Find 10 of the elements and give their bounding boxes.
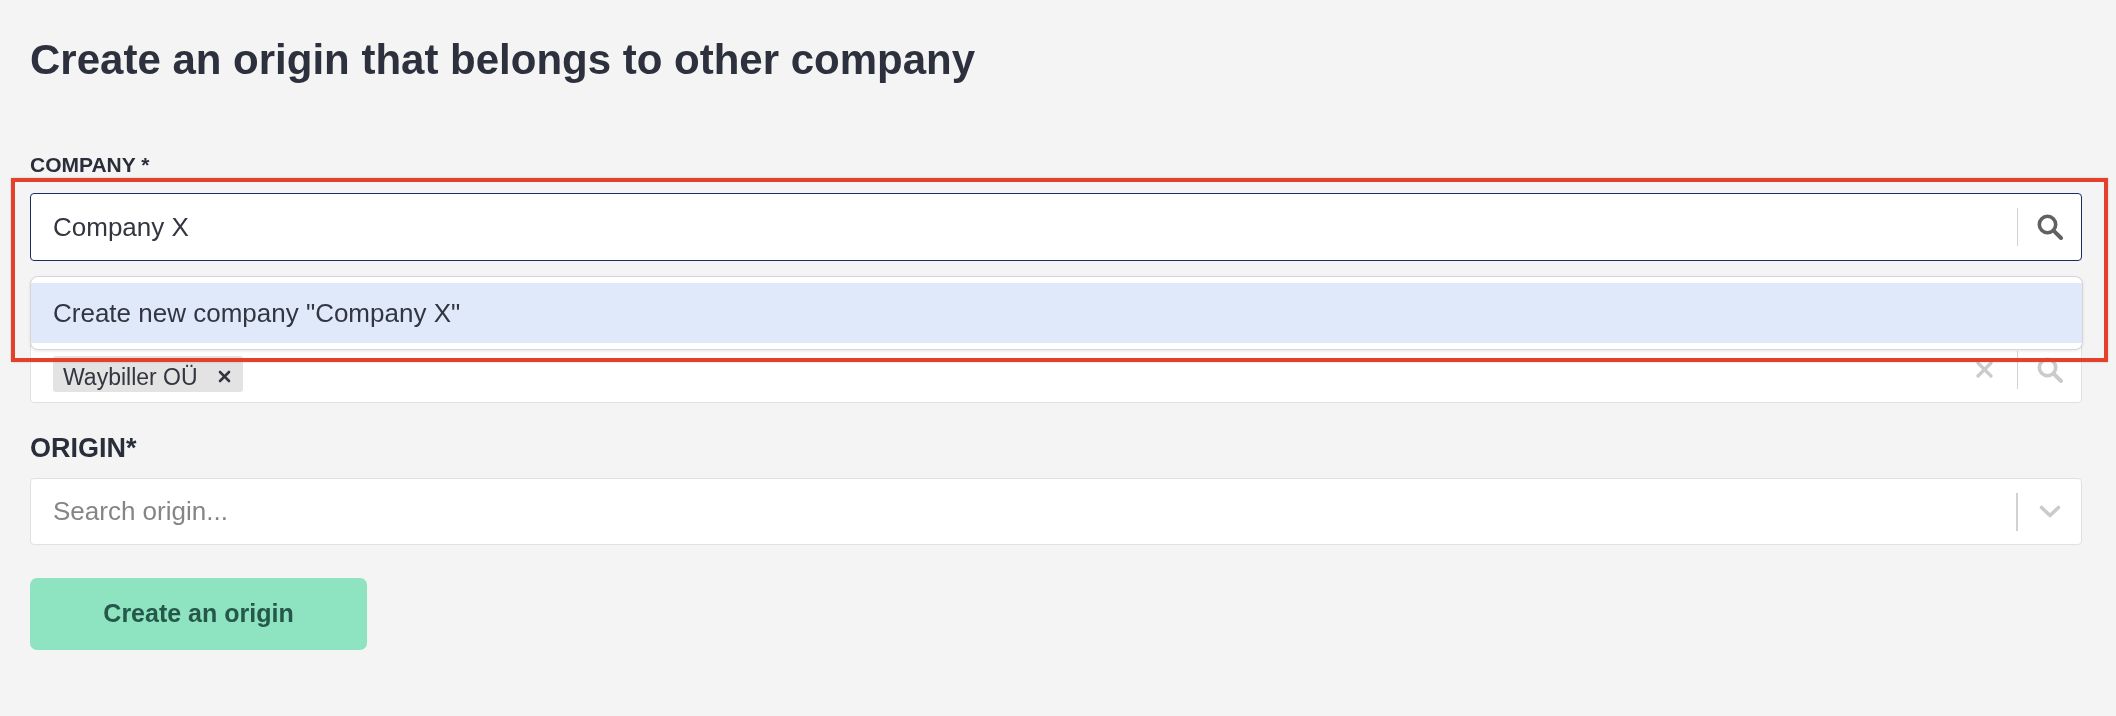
field-label: COMPANY * — [30, 153, 150, 177]
search-field[interactable]: Company X — [30, 193, 2082, 261]
page-title: Create an origin that belongs to other company — [30, 36, 976, 84]
search-icon[interactable] — [2037, 214, 2063, 240]
field-label: ORIGIN* — [30, 432, 137, 464]
submit-button[interactable]: Create an origin — [30, 578, 367, 650]
close-icon[interactable] — [217, 370, 231, 383]
select-field[interactable]: Search origin... — [30, 478, 2082, 545]
clear-icon[interactable] — [1976, 361, 1993, 378]
menu-option[interactable]: Create new company "Company X" — [31, 283, 2082, 343]
